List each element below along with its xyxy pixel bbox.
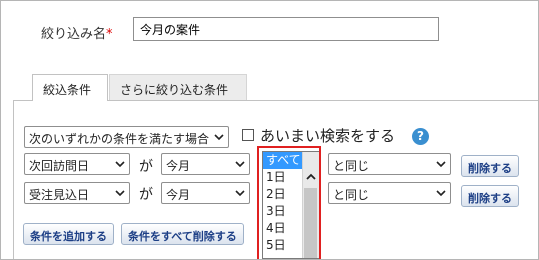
scrollbar-thumb[interactable] bbox=[304, 188, 317, 258]
fuzzy-search-label: あいまい検索をする bbox=[260, 127, 396, 145]
tab-filter-conditions[interactable]: 絞込条件 bbox=[32, 74, 108, 101]
condition-2-field-value: 受注見込日 bbox=[29, 188, 90, 202]
condition-1-operator-value: と同じ bbox=[333, 159, 370, 173]
chevron-down-icon bbox=[235, 161, 245, 168]
chevron-down-icon bbox=[436, 161, 446, 168]
chevron-down-icon bbox=[235, 190, 245, 197]
condition-2-particle: が bbox=[139, 187, 153, 203]
tab-additional-conditions[interactable]: さらに絞り込む条件 bbox=[109, 74, 247, 101]
chevron-down-icon bbox=[214, 134, 224, 141]
condition-1-period-value: 今月 bbox=[166, 159, 191, 173]
required-mark: * bbox=[106, 27, 113, 42]
condition-1-field-value: 次回訪問日 bbox=[29, 159, 90, 173]
chevron-down-icon bbox=[115, 190, 125, 197]
condition-2-operator-select[interactable]: と同じ bbox=[328, 182, 451, 204]
condition-1-particle: が bbox=[139, 159, 153, 175]
filter-name-input[interactable] bbox=[133, 17, 439, 41]
condition-1-period-select[interactable]: 今月 bbox=[161, 153, 250, 175]
chevron-down-icon bbox=[115, 161, 125, 168]
listbox-scrollbar[interactable] bbox=[302, 152, 319, 258]
chevron-down-icon bbox=[436, 190, 446, 197]
condition-2-operator-value: と同じ bbox=[333, 188, 370, 202]
condition-1-operator-select[interactable]: と同じ bbox=[328, 153, 451, 175]
condition-2-period-select[interactable]: 今月 bbox=[161, 182, 250, 204]
add-condition-button[interactable]: 条件を追加する bbox=[23, 223, 114, 245]
offset-listbox[interactable]: すべて 1日 2日 3日 4日 5日 bbox=[262, 151, 320, 259]
match-mode-select[interactable]: 次のいずれかの条件を満たす場合 bbox=[24, 126, 229, 148]
condition-2-field-select[interactable]: 受注見込日 bbox=[24, 182, 130, 204]
help-icon[interactable]: ? bbox=[412, 128, 429, 145]
match-mode-value: 次のいずれかの条件を満たす場合 bbox=[29, 132, 210, 146]
condition-2-period-value: 今月 bbox=[166, 188, 191, 202]
filter-settings-window: 絞り込み名* 絞込条件 さらに絞り込む条件 次のいずれかの条件を満たす場合 あい… bbox=[0, 0, 539, 260]
fuzzy-search-checkbox[interactable] bbox=[242, 129, 254, 141]
delete-all-conditions-button[interactable]: 条件をすべて削除する bbox=[121, 223, 244, 245]
filter-name-label: 絞り込み名* bbox=[41, 27, 113, 42]
chevron-up-icon[interactable] bbox=[306, 172, 316, 182]
condition-1-field-select[interactable]: 次回訪問日 bbox=[24, 153, 130, 175]
condition-1-delete-button[interactable]: 削除する bbox=[461, 155, 519, 177]
condition-2-delete-button[interactable]: 削除する bbox=[461, 185, 519, 207]
